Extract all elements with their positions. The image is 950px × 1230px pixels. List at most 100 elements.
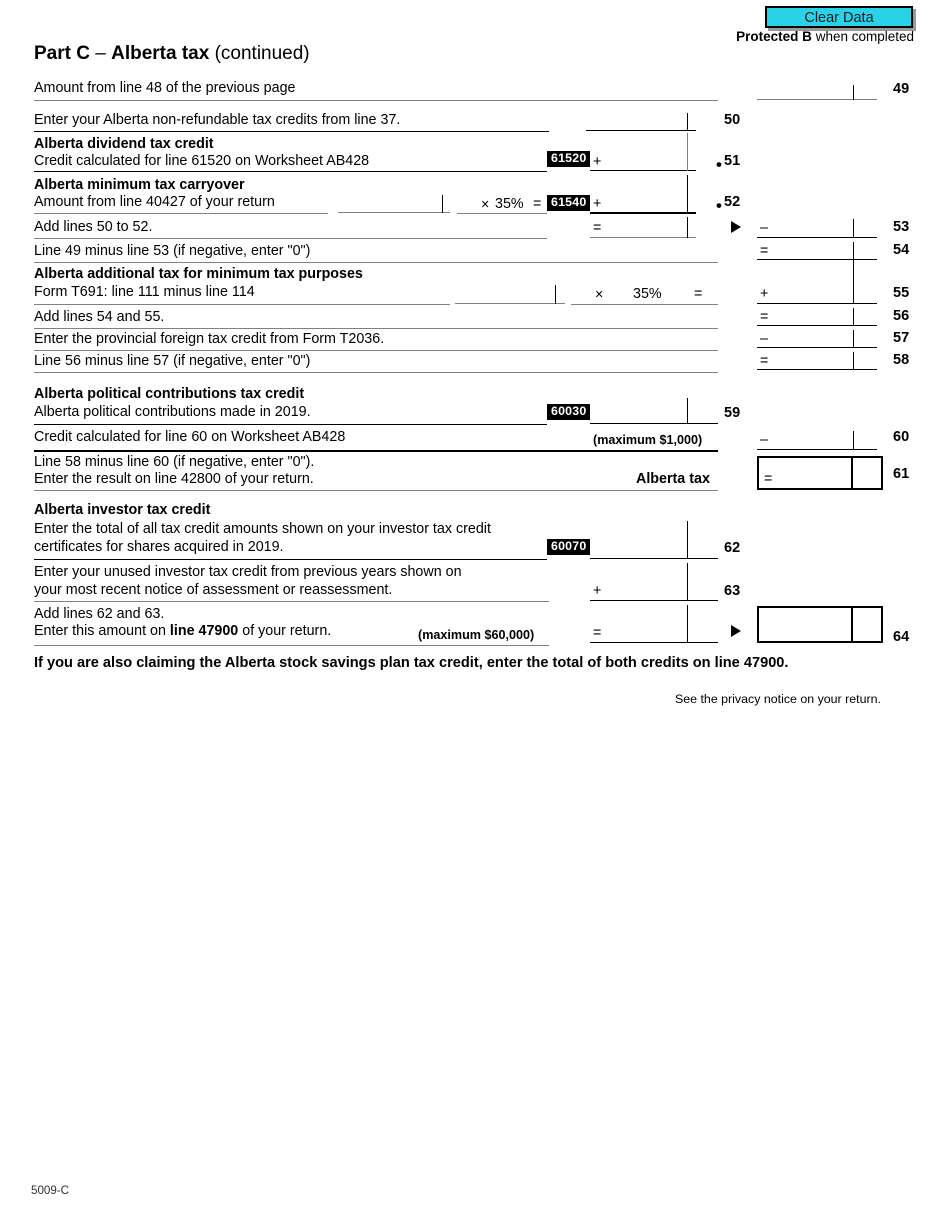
form-page: Clear Data Protected B when completed Pa… xyxy=(0,0,950,1230)
rule-under-55-label xyxy=(34,304,450,305)
line-51-cents-tick xyxy=(687,133,688,171)
line-58-underline xyxy=(757,369,877,370)
line-53-operator: – xyxy=(760,220,768,236)
line-54-label: Line 49 minus line 53 (if negative, ente… xyxy=(34,243,311,259)
line-number-54: 54 xyxy=(893,242,910,258)
line-53-sum-underline xyxy=(590,237,696,238)
line-52-operator: + xyxy=(593,196,602,212)
line-52-base-cents-tick xyxy=(442,195,443,213)
line-63-cents-tick xyxy=(687,563,688,601)
line-63-operator: + xyxy=(593,583,602,599)
line-number-63: 63 xyxy=(724,583,741,599)
line-51-label: Credit calculated for line 61520 on Work… xyxy=(34,153,370,169)
line-57-underline xyxy=(757,347,877,348)
line-61-label-part2: Enter the result on line 42800 of your r… xyxy=(34,471,314,487)
line-64-maximum-note: (maximum $60,000) xyxy=(418,628,535,642)
line-51-underline xyxy=(590,170,696,171)
line-53-sum-operator: = xyxy=(593,220,602,236)
line-55-equals-symbol: = xyxy=(694,286,703,302)
line-49-underline xyxy=(757,99,877,100)
line-56-underline xyxy=(757,325,877,326)
part-title-part: Part C xyxy=(34,43,90,64)
line-55-cents-tick xyxy=(853,260,854,304)
line-55-base-underline xyxy=(455,303,565,304)
line-52-multiply-symbol: × xyxy=(481,197,490,213)
line-61-cents-divider xyxy=(851,458,853,488)
line-number-59: 59 xyxy=(724,405,741,421)
protected-b-suffix: when completed xyxy=(811,29,914,44)
protected-b-label: Protected B xyxy=(736,29,812,44)
line-54-cents-tick xyxy=(853,242,854,260)
rule-under-63-left xyxy=(34,601,549,602)
line-55-operator: + xyxy=(760,286,769,302)
line-56-label: Add lines 54 and 55. xyxy=(34,309,165,325)
line-57-operator: – xyxy=(760,331,768,347)
line-53-sum-cents-tick xyxy=(687,217,688,238)
line-58-operator: = xyxy=(760,353,769,369)
line-number-62: 62 xyxy=(724,540,741,556)
line-number-64: 64 xyxy=(893,629,910,645)
line-53-label: Add lines 50 to 52. xyxy=(34,219,153,235)
line-57-cents-tick xyxy=(853,330,854,348)
rule-under-56-left xyxy=(34,328,718,329)
privacy-notice: See the privacy notice on your return. xyxy=(675,692,881,706)
line-54-operator: = xyxy=(760,243,769,259)
line-54-underline xyxy=(757,259,877,260)
stock-savings-note: If you are also claiming the Alberta sto… xyxy=(34,655,789,671)
line-64-cents-tick xyxy=(687,605,688,643)
line-number-60: 60 xyxy=(893,429,910,445)
line-53-underline xyxy=(757,237,877,238)
investor-tax-credit-heading: Alberta investor tax credit xyxy=(34,502,211,518)
line-number-52: 52 xyxy=(724,194,741,210)
line-50-cents-tick xyxy=(687,113,688,131)
dividend-tax-credit-heading: Alberta dividend tax credit xyxy=(34,136,214,152)
line-64-label-suffix: of your return. xyxy=(238,623,332,639)
rule-under-55-rate xyxy=(571,304,718,305)
line-56-operator: = xyxy=(760,309,769,325)
rule-under-51-left xyxy=(34,171,547,172)
rule-under-59-left xyxy=(34,424,547,425)
line-62-label-part2: certificates for shares acquired in 2019… xyxy=(34,539,284,555)
rule-under-53-left xyxy=(34,238,547,239)
rule-under-54-left xyxy=(34,262,718,263)
line-number-51: 51 xyxy=(724,153,741,169)
part-title-dash: – xyxy=(89,43,112,64)
line-60-label: Credit calculated for line 60 on Workshe… xyxy=(34,429,346,445)
line-number-56: 56 xyxy=(893,308,910,324)
line-58-label: Line 56 minus line 57 (if negative, ente… xyxy=(34,353,311,369)
line-53-cents-tick xyxy=(853,219,854,238)
line-52-equals-symbol: = xyxy=(533,196,542,212)
line-49-label: Amount from line 48 of the previous page xyxy=(34,80,296,96)
line-64-operator: = xyxy=(593,625,602,641)
rule-under-57-left xyxy=(34,350,718,351)
rule-under-49 xyxy=(34,100,718,101)
line-64-sum-underline xyxy=(590,642,718,643)
line-52-dot-marker: • xyxy=(716,196,722,215)
line-49-cents-tick xyxy=(853,85,854,100)
clear-data-button[interactable]: Clear Data xyxy=(765,6,913,28)
rule-under-52-label xyxy=(34,213,328,214)
line-55-base-cents-tick xyxy=(555,285,556,304)
protected-b-notice: Protected B when completed xyxy=(736,29,914,44)
line-64-label-part1: Add lines 62 and 63. xyxy=(34,606,165,622)
line-61-label-part1: Line 58 minus line 60 (if negative, ente… xyxy=(34,454,315,470)
line-60-maximum-note: (maximum $1,000) xyxy=(593,433,703,447)
line-55-multiply-symbol: × xyxy=(595,287,604,303)
line-61-operator: = xyxy=(764,471,773,487)
rule-under-52-rate xyxy=(457,213,547,214)
line-number-61: 61 xyxy=(893,466,910,482)
line-64-total-box[interactable] xyxy=(757,606,883,643)
line-number-57: 57 xyxy=(893,330,910,346)
line-60-underline xyxy=(757,449,877,450)
line-50-label: Enter your Alberta non-refundable tax cr… xyxy=(34,112,401,128)
line-60-cents-tick xyxy=(853,431,854,450)
line-55-label: Form T691: line 111 minus line 114 xyxy=(34,284,255,300)
line-51-dot-marker: • xyxy=(716,155,722,174)
form-code: 5009-C xyxy=(31,1184,70,1197)
line-61-total-box[interactable]: = xyxy=(757,456,883,490)
page-title: Part C – Alberta tax (continued) xyxy=(34,43,310,65)
rule-under-61-left xyxy=(34,490,718,491)
carry-arrow-icon-64 xyxy=(731,625,741,637)
rule-under-50-left xyxy=(34,131,549,132)
line-52-rate: 35% xyxy=(495,196,524,212)
